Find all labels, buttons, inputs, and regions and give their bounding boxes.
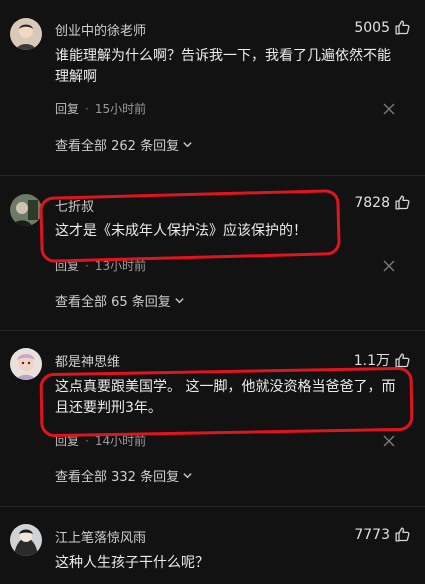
- view-all-label: 查看全部 262 条回复: [55, 139, 180, 154]
- like-button[interactable]: 5005: [354, 19, 411, 36]
- view-all-replies[interactable]: 查看全部 332 条回复: [55, 466, 193, 485]
- like-count: 5005: [354, 19, 390, 36]
- like-button[interactable]: 7773: [354, 526, 411, 543]
- reply-button[interactable]: 回复: [55, 102, 79, 116]
- view-all-replies[interactable]: 查看全部 262 条回复: [55, 135, 193, 154]
- avatar[interactable]: [10, 524, 42, 556]
- thumbs-up-icon: [395, 195, 410, 210]
- avatar[interactable]: [10, 194, 42, 226]
- comment-meta: 回复 · 15小时前: [55, 102, 147, 116]
- like-button[interactable]: 7828: [354, 194, 411, 211]
- like-count: 7828: [354, 194, 390, 211]
- chevron-down-icon: [183, 142, 192, 148]
- highlight-annotation: [39, 366, 414, 438]
- comment-text: 这种人生孩子干什么呢？: [55, 555, 209, 571]
- thumbs-up-icon: [395, 20, 410, 35]
- comment-text: 谁能理解为什么啊？告诉我一下，我看了几遍依然不能理解啊: [55, 48, 391, 85]
- close-button[interactable]: [383, 103, 395, 115]
- username[interactable]: 创业中的徐老师: [55, 20, 146, 39]
- divider: [0, 175, 425, 176]
- close-button[interactable]: [383, 260, 395, 272]
- close-icon: [383, 260, 395, 272]
- view-all-replies[interactable]: 查看全部 65 条回复: [55, 291, 185, 310]
- username[interactable]: 江上笔落惊风雨: [55, 527, 146, 546]
- thumbs-up-icon: [395, 527, 410, 542]
- username[interactable]: 都是神思维: [55, 351, 120, 370]
- close-icon: [383, 103, 395, 115]
- chevron-down-icon: [183, 473, 192, 479]
- close-icon: [383, 435, 395, 447]
- avatar[interactable]: [10, 18, 42, 50]
- close-button[interactable]: [383, 435, 395, 447]
- highlight-annotation: [39, 189, 341, 263]
- divider: [0, 506, 425, 507]
- like-count: 7773: [354, 526, 390, 543]
- view-all-label: 查看全部 65 条回复: [55, 295, 171, 310]
- timestamp: 15小时前: [94, 102, 147, 116]
- thumbs-up-icon: [395, 352, 410, 368]
- chevron-down-icon: [175, 298, 184, 304]
- view-all-label: 查看全部 332 条回复: [55, 470, 180, 485]
- avatar[interactable]: [10, 348, 42, 380]
- divider: [0, 330, 425, 331]
